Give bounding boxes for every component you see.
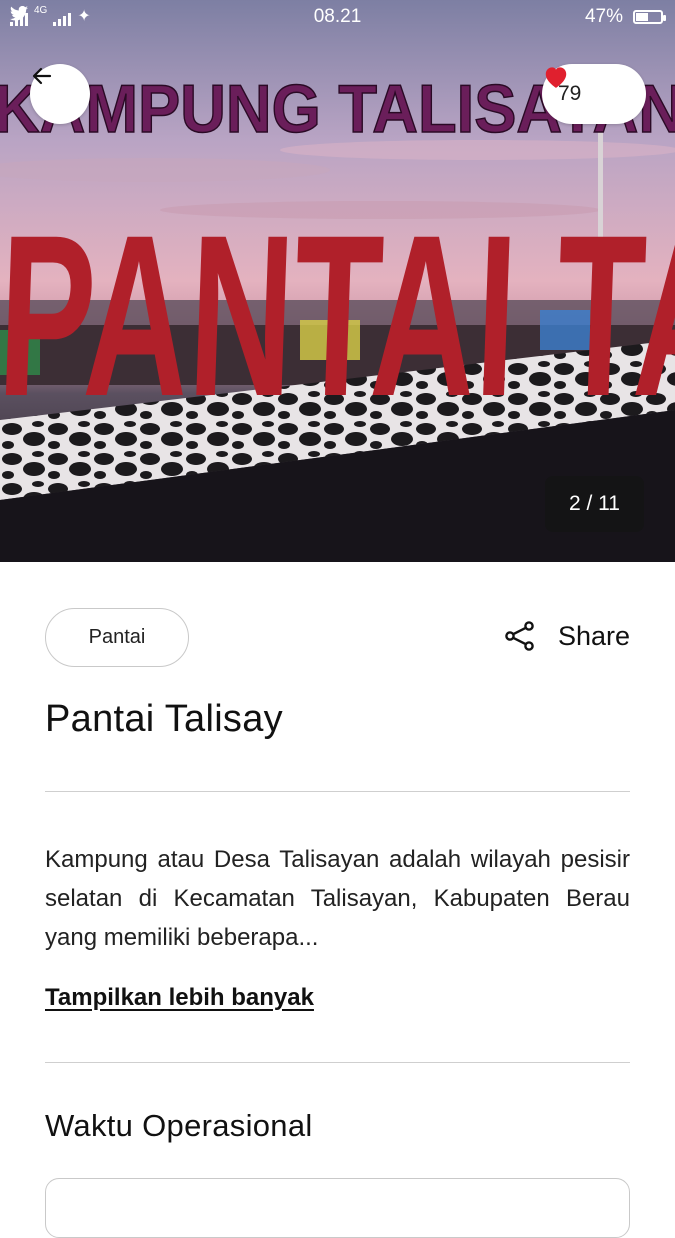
image-counter: 2 / 11 bbox=[545, 476, 644, 532]
show-more-link[interactable]: Tampilkan lebih banyak bbox=[45, 984, 314, 1012]
hero-sign-letters: PANTAI TA bbox=[0, 187, 675, 444]
operating-hours-heading: Waktu Operasional bbox=[45, 1108, 313, 1143]
back-button[interactable] bbox=[30, 64, 90, 124]
share-button[interactable]: Share bbox=[504, 620, 630, 652]
battery-icon bbox=[633, 10, 666, 24]
description-text: Kampung atau Desa Talisayan adalah wilay… bbox=[45, 846, 630, 951]
divider bbox=[45, 791, 630, 792]
arrow-left-icon bbox=[32, 67, 52, 85]
share-label: Share bbox=[557, 620, 630, 651]
battery-percent: 47% bbox=[584, 6, 623, 27]
divider bbox=[45, 1062, 630, 1063]
heart-icon bbox=[545, 67, 567, 88]
page-title: Pantai Talisay bbox=[45, 698, 283, 740]
battery-fill bbox=[636, 13, 649, 21]
hero-image[interactable]: PANTAI TA KAMPUNG TALISAYAN 4G ✦ 08.21 4… bbox=[0, 0, 675, 562]
operating-hours-card[interactable] bbox=[45, 1178, 630, 1238]
category-chip[interactable]: Pantai bbox=[45, 608, 189, 667]
status-bar: 4G ✦ 08.21 47% bbox=[0, 0, 675, 36]
status-time: 08.21 bbox=[313, 6, 362, 27]
status-icons-right: 47% bbox=[584, 6, 666, 28]
share-icon bbox=[505, 621, 534, 651]
like-button[interactable]: 79 bbox=[542, 64, 646, 124]
